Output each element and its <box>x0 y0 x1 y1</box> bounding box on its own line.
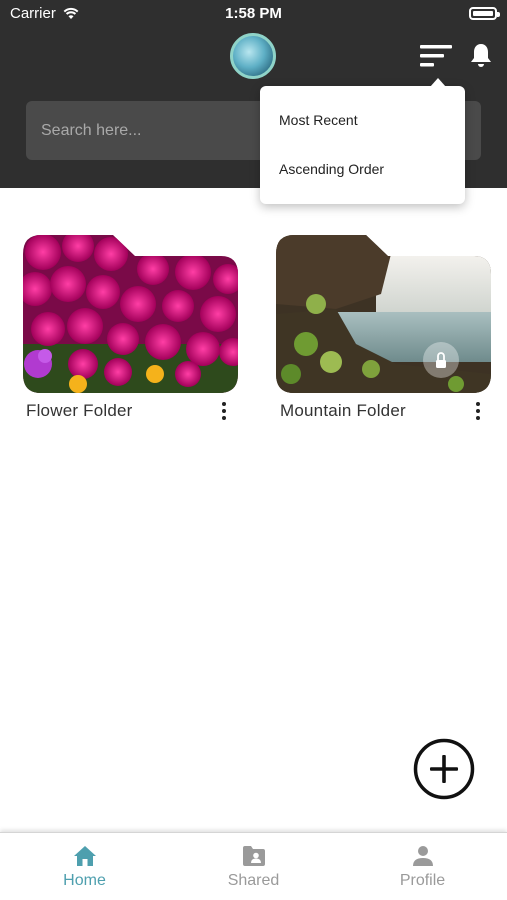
status-bar: Carrier 1:58 PM <box>0 0 507 28</box>
folder-name-mountain: Mountain Folder <box>280 401 406 420</box>
sort-option-ascending[interactable]: Ascending Order <box>279 161 384 177</box>
sort-option-most-recent[interactable]: Most Recent <box>279 112 358 128</box>
app-logo <box>230 33 276 79</box>
sort-icon[interactable] <box>418 42 454 72</box>
sort-dropdown-menu: Most Recent Ascending Order <box>260 78 465 204</box>
add-folder-button[interactable] <box>413 738 475 800</box>
tab-profile[interactable]: Profile <box>338 833 507 900</box>
tab-profile-label: Profile <box>399 872 446 889</box>
bottom-tab-bar: Home Shared Profile <box>0 832 507 900</box>
bell-icon[interactable] <box>468 42 494 70</box>
tab-home[interactable]: Home <box>0 833 169 900</box>
folder-options-mountain[interactable] <box>470 400 486 422</box>
folder-card-mountain[interactable] <box>276 234 491 394</box>
folder-card-flower[interactable] <box>23 234 238 394</box>
shared-folder-icon <box>243 846 265 866</box>
folder-thumbnail <box>276 235 491 393</box>
person-icon <box>413 846 433 866</box>
tab-shared[interactable]: Shared <box>169 833 338 900</box>
folder-thumbnail <box>23 235 238 393</box>
folder-options-flower[interactable] <box>216 400 232 422</box>
battery-icon <box>469 7 500 20</box>
tab-shared-label: Shared <box>227 872 280 889</box>
home-icon <box>74 846 96 866</box>
folder-name-flower: Flower Folder <box>26 401 133 420</box>
clock: 1:58 PM <box>225 5 282 22</box>
tab-home-label: Home <box>63 872 106 889</box>
